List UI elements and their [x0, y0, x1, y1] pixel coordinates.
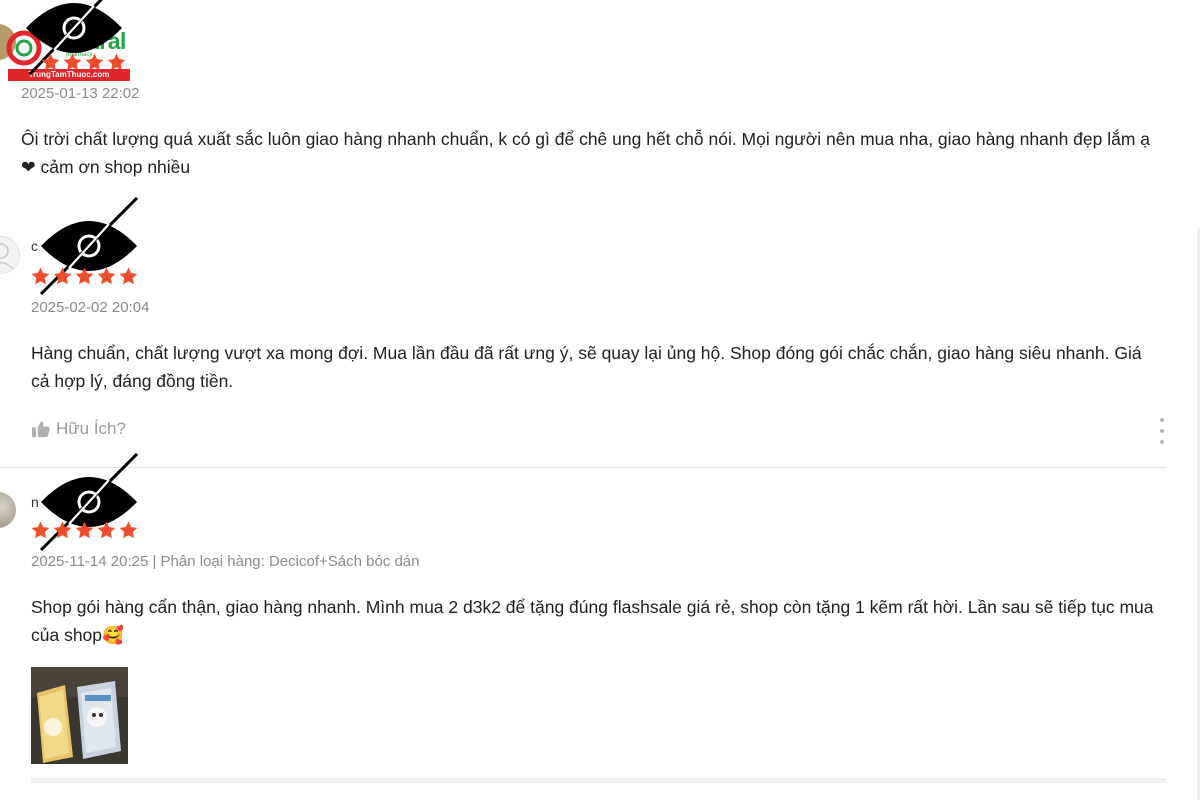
rating-stars — [30, 520, 139, 540]
review-photo[interactable] — [31, 667, 128, 764]
reviewer-name: n — [31, 494, 39, 510]
star-icon — [97, 521, 116, 539]
review-item-3: n 2025-11-14 20:25 | Phân loại hàng: Dec… — [0, 0, 1200, 800]
review-text: Shop gói hàng cẩn thận, giao hàng nhanh.… — [31, 597, 1154, 645]
product-photo — [31, 667, 128, 764]
star-icon — [31, 521, 50, 539]
avatar[interactable] — [0, 492, 16, 528]
review-divider — [31, 778, 1166, 783]
star-icon — [53, 521, 72, 539]
star-icon — [119, 521, 138, 539]
review-date-variant: 2025-11-14 20:25 | Phân loại hàng: Decic… — [31, 553, 420, 570]
star-icon — [75, 521, 94, 539]
